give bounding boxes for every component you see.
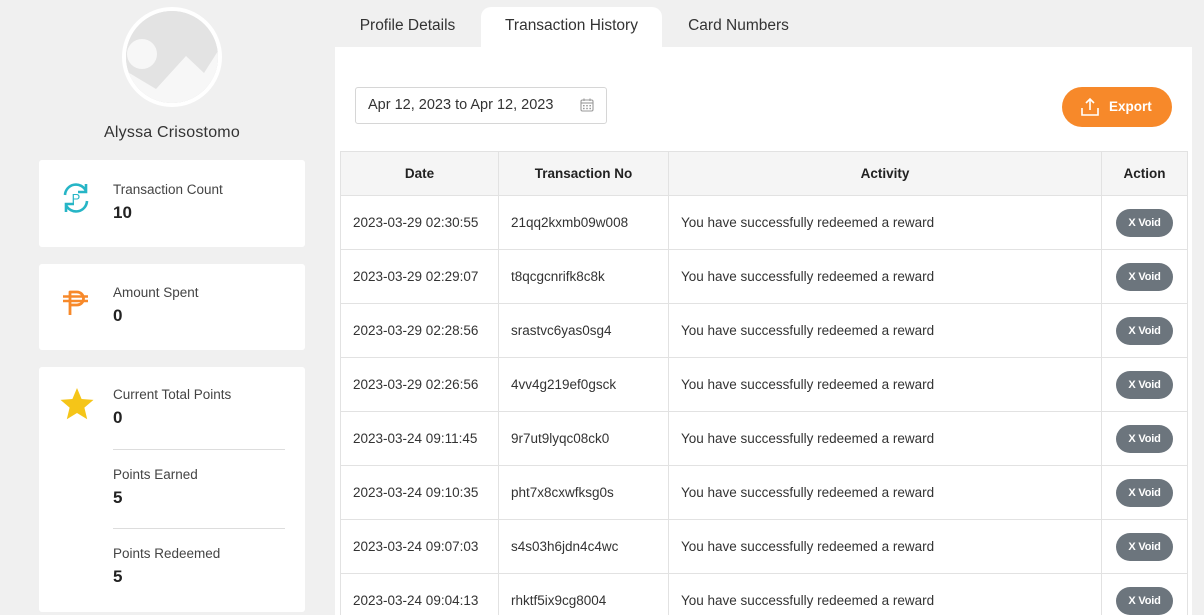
column-header-date: Date [340,151,499,196]
cell-transaction-no: 4vv4g219ef0gsck [498,357,669,412]
date-range-picker[interactable]: Apr 12, 2023 to Apr 12, 2023 [355,87,607,124]
peso-icon [63,290,88,315]
void-button[interactable]: X Void [1116,424,1173,453]
column-header-activity: Activity [668,151,1102,196]
tab-profile-details[interactable]: Profile Details [346,7,469,47]
amount-spent-card: Amount Spent 0 [39,264,305,350]
export-label: Export [1109,99,1152,114]
table-row: 2023-03-24 09:07:03 s4s03h6jdn4c4wc You … [340,519,1188,574]
cell-action: X Void [1101,411,1188,466]
column-header-action: Action [1101,151,1188,196]
cell-activity: You have successfully redeemed a reward [668,519,1102,574]
table-row: 2023-03-24 09:04:13 rhktf5ix9cg8004 You … [340,573,1188,615]
calendar-icon [580,98,594,112]
customer-profile-page: Alyssa Crisostomo P Transaction Count 10… [0,0,1204,615]
cell-transaction-no: rhktf5ix9cg8004 [498,573,669,615]
cell-date: 2023-03-24 09:11:45 [340,411,499,466]
cell-activity: You have successfully redeemed a reward [668,573,1102,615]
upload-icon [1081,97,1099,116]
table-row: 2023-03-24 09:11:45 9r7ut9lyqc08ck0 You … [340,411,1188,466]
cell-action: X Void [1101,195,1188,250]
cell-date: 2023-03-29 02:28:56 [340,303,499,358]
points-redeemed-value: 5 [113,567,123,586]
tab-transaction-history[interactable]: Transaction History [481,7,662,47]
cell-action: X Void [1101,357,1188,412]
transaction-table: Date Transaction No Activity Action 2023… [340,151,1188,615]
avatar [122,7,222,107]
star-icon [60,388,94,420]
transaction-count-label: Transaction Count [113,182,223,197]
table-row: 2023-03-29 02:26:56 4vv4g219ef0gsck You … [340,357,1188,412]
table-row: 2023-03-24 09:10:35 pht7x8cxwfksg0s You … [340,465,1188,520]
transaction-count-value: 10 [113,203,132,222]
divider [113,449,285,450]
void-button[interactable]: X Void [1116,478,1173,507]
points-earned-label: Points Earned [113,467,198,482]
void-button[interactable]: X Void [1116,262,1173,291]
cell-date: 2023-03-24 09:07:03 [340,519,499,574]
void-button[interactable]: X Void [1116,316,1173,345]
cell-date: 2023-03-29 02:30:55 [340,195,499,250]
cell-transaction-no: 9r7ut9lyqc08ck0 [498,411,669,466]
cell-activity: You have successfully redeemed a reward [668,195,1102,250]
void-button[interactable]: X Void [1116,532,1173,561]
cell-date: 2023-03-24 09:04:13 [340,573,499,615]
cell-date: 2023-03-24 09:10:35 [340,465,499,520]
cell-activity: You have successfully redeemed a reward [668,357,1102,412]
table-row: 2023-03-29 02:30:55 21qq2kxmb09w008 You … [340,195,1188,250]
cell-transaction-no: t8qcgcnrifk8c8k [498,249,669,304]
cell-transaction-no: pht7x8cxwfksg0s [498,465,669,520]
cell-action: X Void [1101,573,1188,615]
amount-spent-value: 0 [113,306,123,325]
cell-date: 2023-03-29 02:26:56 [340,357,499,412]
tab-card-numbers[interactable]: Card Numbers [675,7,802,47]
cell-transaction-no: s4s03h6jdn4c4wc [498,519,669,574]
cell-action: X Void [1101,303,1188,358]
cell-action: X Void [1101,465,1188,520]
transaction-count-card: P Transaction Count 10 [39,160,305,247]
cell-activity: You have successfully redeemed a reward [668,303,1102,358]
divider [113,528,285,529]
column-header-transaction-no: Transaction No [498,151,669,196]
void-button[interactable]: X Void [1116,370,1173,399]
export-button[interactable]: Export [1062,87,1172,127]
refresh-points-icon: P [63,183,89,213]
current-total-points-value: 0 [113,408,123,427]
user-name: Alyssa Crisostomo [104,124,240,141]
cell-date: 2023-03-29 02:29:07 [340,249,499,304]
date-range-value: Apr 12, 2023 to Apr 12, 2023 [368,97,554,113]
cell-action: X Void [1101,519,1188,574]
void-button[interactable]: X Void [1116,586,1173,615]
cell-action: X Void [1101,249,1188,304]
cell-transaction-no: 21qq2kxmb09w008 [498,195,669,250]
points-redeemed-label: Points Redeemed [113,546,221,561]
table-row: 2023-03-29 02:29:07 t8qcgcnrifk8c8k You … [340,249,1188,304]
current-total-points-label: Current Total Points [113,387,232,402]
table-row: 2023-03-29 02:28:56 srastvc6yas0sg4 You … [340,303,1188,358]
points-card: Current Total Points 0 Points Earned 5 P… [39,367,305,612]
void-button[interactable]: X Void [1116,208,1173,237]
points-earned-value: 5 [113,488,123,507]
svg-text:P: P [72,191,81,206]
transaction-history-panel: Apr 12, 2023 to Apr 12, 2023 Export Date… [335,47,1192,615]
cell-transaction-no: srastvc6yas0sg4 [498,303,669,358]
cell-activity: You have successfully redeemed a reward [668,465,1102,520]
image-placeholder-icon [126,11,218,103]
cell-activity: You have successfully redeemed a reward [668,249,1102,304]
table-header-row: Date Transaction No Activity Action [340,151,1188,196]
amount-spent-label: Amount Spent [113,285,199,300]
cell-activity: You have successfully redeemed a reward [668,411,1102,466]
